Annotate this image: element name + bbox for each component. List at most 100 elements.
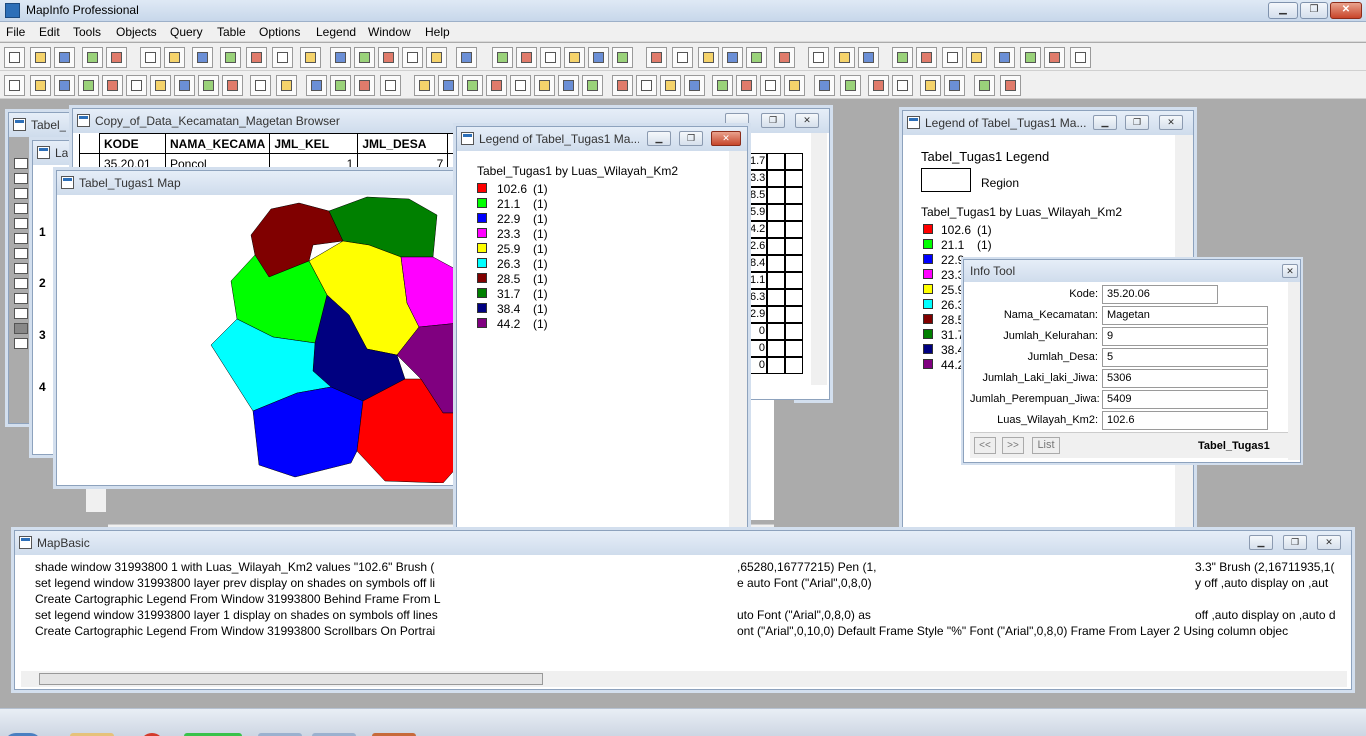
toolbar-button[interactable] [712,75,733,96]
table-cell[interactable] [785,340,803,357]
toolbar-button[interactable] [736,75,757,96]
map-window[interactable]: Tabel_Tugas1 Map [56,170,460,486]
toolbar-button[interactable] [402,47,423,68]
table-cell[interactable]: 0 [749,357,767,374]
table-cell[interactable] [785,170,803,187]
toolbar-button[interactable] [1044,47,1065,68]
column-header-kode[interactable]: KODE [99,133,166,154]
menu-options[interactable]: Options [259,25,300,39]
table-cell[interactable] [767,255,785,272]
menu-edit[interactable]: Edit [39,25,60,39]
column-header-jml-desa[interactable]: JML_DESA [357,133,449,154]
toolbar-button[interactable] [378,47,399,68]
toolbar-button[interactable] [994,47,1015,68]
toolbar-button[interactable] [942,47,963,68]
menu-file[interactable]: File [6,25,25,39]
browser-table[interactable]: KODE NAMA_KECAMA JML_KEL JML_DESA 35.20.… [79,133,459,174]
toolbar-button[interactable] [1000,75,1021,96]
table-cell[interactable] [785,255,803,272]
row-checkbox[interactable] [14,338,28,349]
toolbar-button[interactable] [456,47,477,68]
restore-app-button[interactable]: ❐ [1300,2,1328,19]
toolbar-button[interactable] [192,47,213,68]
toolbar-button[interactable] [698,47,719,68]
toolbar-button[interactable] [330,47,351,68]
toolbar-button[interactable] [250,75,271,96]
table-cell[interactable]: 4.2 [749,221,767,238]
legend-right-restore-button[interactable]: ❐ [1125,115,1149,130]
toolbar-button[interactable] [246,47,267,68]
row-checkbox[interactable] [14,188,28,199]
toolbar-button[interactable] [198,75,219,96]
table-cell[interactable] [767,204,785,221]
toolbar-button[interactable] [354,47,375,68]
row-checkbox[interactable] [14,293,28,304]
toolbar-button[interactable] [892,47,913,68]
toolbar-button[interactable] [636,75,657,96]
table-cell[interactable] [785,272,803,289]
toolbar-button[interactable] [102,75,123,96]
table-cell[interactable] [785,221,803,238]
toolbar-button[interactable] [534,75,555,96]
toolbar-button[interactable] [4,75,25,96]
table-cell[interactable] [785,238,803,255]
info-field-value[interactable]: 102.6 [1102,411,1268,430]
map-canvas[interactable] [63,195,459,483]
toolbar-button[interactable] [164,47,185,68]
toolbar-button[interactable] [126,75,147,96]
table-cell[interactable] [767,323,785,340]
menu-query[interactable]: Query [170,25,203,39]
row-checkbox[interactable] [14,248,28,259]
close-app-button[interactable]: ✕ [1330,2,1362,19]
toolbar-button[interactable] [834,47,855,68]
toolbar-button[interactable] [54,47,75,68]
table-cell[interactable]: 6.3 [749,289,767,306]
toolbar-button[interactable] [300,47,321,68]
toolbar-button[interactable] [140,47,161,68]
toolbar-button[interactable] [174,75,195,96]
row-checkbox[interactable] [14,233,28,244]
legend-right-minimize-button[interactable]: ▁ [1093,115,1117,130]
info-tool-window[interactable]: Info Tool ✕ Kode: 35.20.06 Nama_Kecamatan:… [963,259,1301,463]
table-cell[interactable] [767,238,785,255]
table-cell[interactable]: 1.1 [749,272,767,289]
table-cell[interactable]: 3.3 [749,170,767,187]
toolbar-button[interactable] [492,47,513,68]
table-cell[interactable] [767,221,785,238]
table-cell[interactable]: 8.5 [749,187,767,204]
menu-window[interactable]: Window [368,25,411,39]
toolbar-button[interactable] [746,47,767,68]
column-header-jml-kel[interactable]: JML_KEL [269,133,359,154]
info-field-value[interactable]: 5 [1102,348,1268,367]
toolbar-button[interactable] [840,75,861,96]
toolbar-button[interactable] [276,75,297,96]
info-list-button[interactable]: List [1032,437,1060,454]
row-checkbox[interactable] [14,323,28,334]
mapbasic-scroll-thumb[interactable] [39,673,543,685]
legend-right-close-button[interactable]: ✕ [1159,115,1183,130]
toolbar-button[interactable] [672,47,693,68]
row-checkbox[interactable] [14,308,28,319]
browser-close-button[interactable]: ✕ [795,113,819,128]
toolbar-button[interactable] [588,47,609,68]
info-prev-button[interactable]: << [974,437,996,454]
info-field-value[interactable]: 35.20.06 [1102,285,1218,304]
table-cell[interactable] [785,289,803,306]
mapbasic-minimize-button[interactable]: ▁ [1249,535,1273,550]
toolbar-button[interactable] [1070,47,1091,68]
toolbar-button[interactable] [486,75,507,96]
info-tool-close-button[interactable]: ✕ [1282,264,1298,278]
row-checkbox[interactable] [14,158,28,169]
toolbar-button[interactable] [858,47,879,68]
table-cell[interactable] [767,187,785,204]
table-cell[interactable] [767,153,785,170]
mapbasic-close-button[interactable]: ✕ [1317,535,1341,550]
table-cell[interactable] [767,272,785,289]
table-cell[interactable] [767,340,785,357]
toolbar-button[interactable] [660,75,681,96]
toolbar-button[interactable] [760,75,781,96]
toolbar-button[interactable] [82,47,103,68]
toolbar-button[interactable] [784,75,805,96]
toolbar-button[interactable] [106,47,127,68]
table-cell[interactable]: 0 [749,340,767,357]
